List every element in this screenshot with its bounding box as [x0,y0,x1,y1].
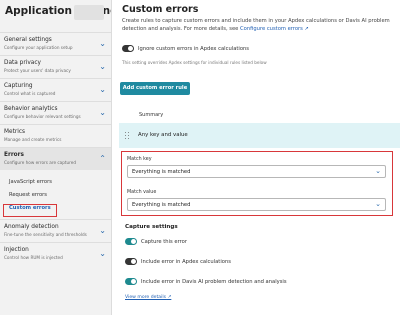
chevron-down-icon: ⌄ [99,249,106,258]
sidebar-item-subtitle: Configure how errors are captured [4,160,77,165]
chevron-down-icon: ⌄ [375,167,381,175]
include-davis-label: Include error in Davis AI problem detect… [141,279,287,285]
include-apdex-label: Include error in Apdex calculations [141,259,231,265]
view-more-details-link[interactable]: View more details ↗ [125,295,171,300]
sidebar-item-subtitle: Fine-tune the sensitivity and thresholds [4,232,87,237]
sidebar-item-metrics[interactable]: Metrics Manage and create metrics [0,124,111,147]
sidebar-item-capturing[interactable]: Capturing Control what is captured ⌄ [0,78,111,101]
sidebar-header: Application settings [0,0,111,32]
sidebar-item-subtitle: Control how RUM is injected [4,255,63,260]
sidebar-item-subtitle: Protect your users' data privacy [4,68,71,73]
sidebar-search-box[interactable] [74,5,104,20]
match-key-label: Match key [127,157,152,162]
match-key-value: Everything is matched [132,169,191,175]
sidebar-item-label: Capturing [4,83,33,89]
settings-sidebar: Application settings General settings Co… [0,0,112,315]
sidebar-item-label: General settings [4,37,52,43]
sidebar-subitem-request-errors[interactable]: Request errors [0,189,111,202]
capture-settings-title: Capture settings [125,224,178,230]
drag-handle-icon[interactable] [125,132,129,140]
custom-errors-highlight [3,204,57,217]
page-description: Create rules to capture custom errors an… [122,17,397,33]
sidebar-item-subtitle: Manage and create metrics [4,137,62,142]
ignore-apdex-toggle[interactable] [122,45,134,52]
include-davis-toggle[interactable] [125,278,137,285]
sidebar-item-errors[interactable]: Errors Configure how errors are captured… [0,147,111,170]
sidebar-item-label: Injection [4,247,29,253]
sidebar-subitem-javascript-errors[interactable]: JavaScript errors [0,176,111,189]
sidebar-item-label: Metrics [4,129,26,135]
view-more-label: View more details [125,295,167,300]
chevron-down-icon: ⌄ [99,85,106,94]
chevron-down-icon: ⌄ [99,62,106,71]
chevron-up-icon: ⌃ [99,154,106,163]
chevron-down-icon: ⌄ [375,200,381,208]
sidebar-item-behavior-analytics[interactable]: Behavior analytics Configure behavior re… [0,101,111,124]
sidebar-item-label: Data privacy [4,60,41,66]
configure-custom-errors-link[interactable]: Configure custom errors ↗ [240,26,309,32]
sidebar-item-subtitle: Configure behavior relevant settings [4,114,81,119]
sidebar-item-label: Errors [4,152,24,158]
sidebar-item-subtitle: Control what is captured [4,91,56,96]
rule-summary-text: Any key and value [138,132,188,138]
match-value-value: Everything is matched [132,202,191,208]
capture-this-error-toggle[interactable] [125,238,137,245]
match-value-select[interactable]: Everything is matched ⌄ [127,198,386,211]
sidebar-item-subtitle: Configure your application setup [4,45,73,50]
main-content: Custom errors Create rules to capture cu… [117,0,400,315]
summary-column-header: Summary [139,112,164,118]
rule-row[interactable]: Any key and value [119,123,400,148]
sidebar-item-injection[interactable]: Injection Control how RUM is injected ⌄ [0,242,111,265]
include-apdex-toggle[interactable] [125,258,137,265]
sidebar-item-anomaly-detection[interactable]: Anomaly detection Fine-tune the sensitiv… [0,219,111,242]
chevron-down-icon: ⌄ [99,39,106,48]
capture-this-error-label: Capture this error [141,239,187,245]
match-key-select[interactable]: Everything is matched ⌄ [127,165,386,178]
add-custom-error-rule-button[interactable]: Add custom error rule [120,82,190,95]
ignore-apdex-label: Ignore custom errors in Apdex calculatio… [138,46,250,52]
match-value-label: Match value [127,190,157,195]
configure-link-label: Configure custom errors [240,26,303,32]
chevron-down-icon: ⌄ [99,226,106,235]
sidebar-item-label: Behavior analytics [4,106,58,112]
sidebar-item-general-settings[interactable]: General settings Configure your applicat… [0,32,111,55]
ignore-apdex-hint: This setting overrides Apdex settings fo… [122,60,267,65]
chevron-down-icon: ⌄ [99,108,106,117]
sidebar-item-label: Anomaly detection [4,224,59,230]
page-title: Custom errors [122,4,199,15]
sidebar-item-data-privacy[interactable]: Data privacy Protect your users' data pr… [0,55,111,78]
